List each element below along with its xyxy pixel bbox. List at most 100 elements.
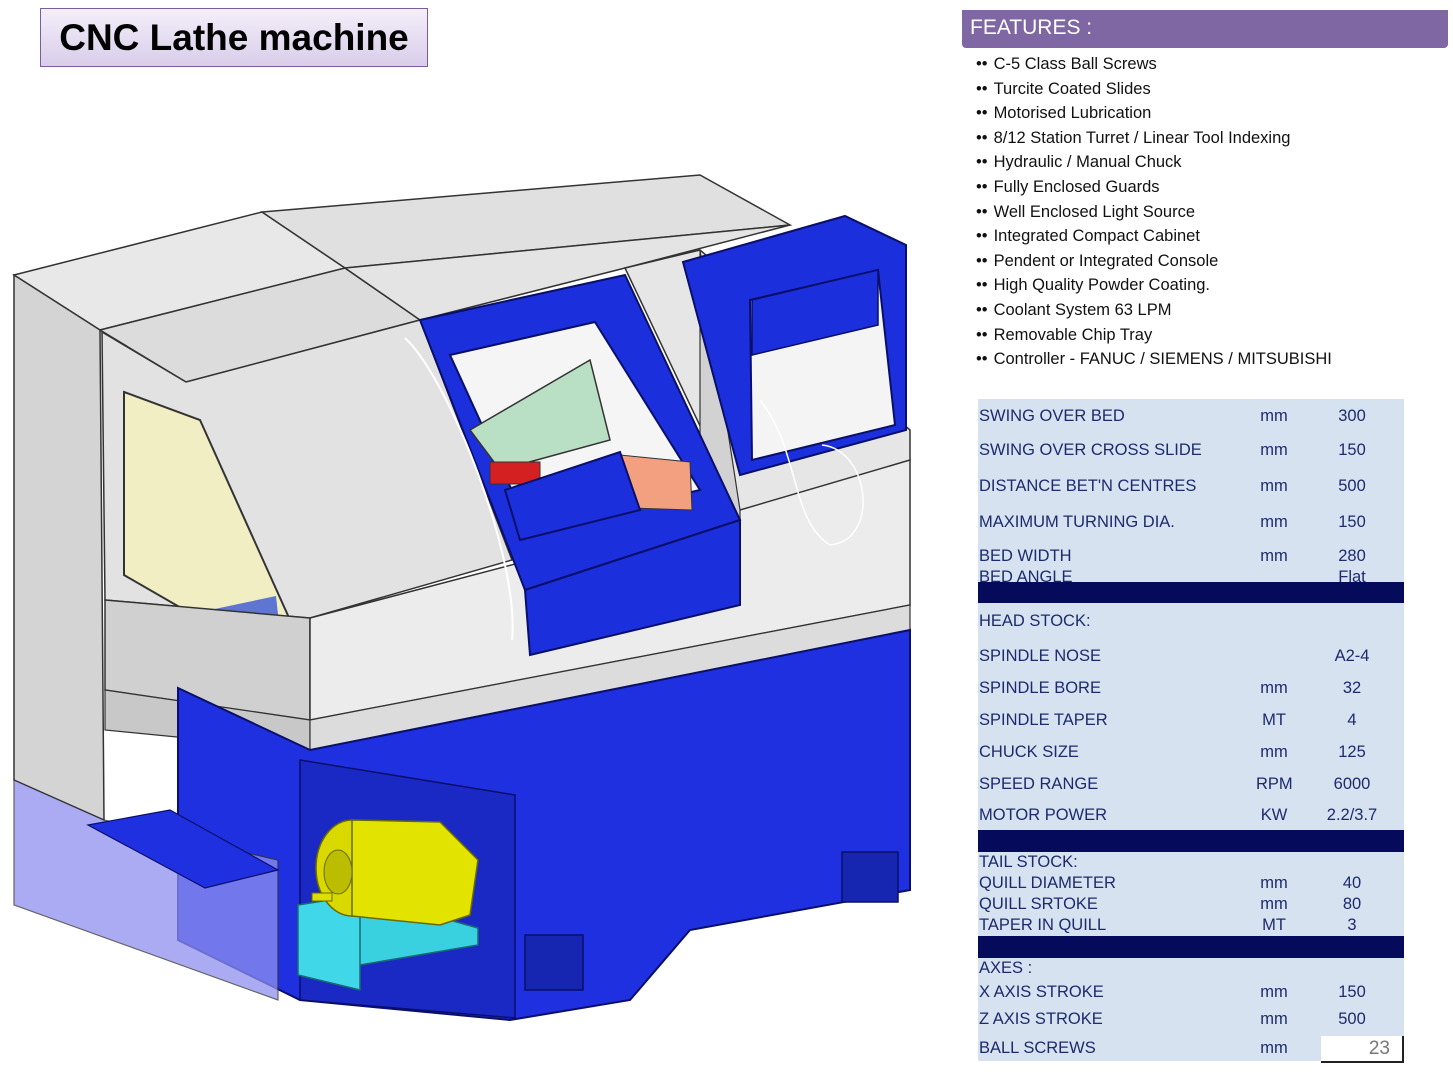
spec-unit: KW: [1260, 806, 1288, 824]
feature-item: •• 8/12 Station Turret / Linear Tool Inde…: [976, 126, 1446, 151]
spec-value: 80: [1342, 895, 1362, 913]
feature-text: Coolant System 63 LPM: [993, 300, 1172, 319]
feature-text: Fully Enclosed Guards: [993, 177, 1160, 196]
feature-text: Integrated Compact Cabinet: [993, 227, 1200, 246]
bullet: ••: [976, 350, 988, 369]
spec-row: SPEED RANGE RPM 6000: [978, 766, 1404, 797]
bullet: ••: [976, 55, 988, 73]
cnc-lathe-illustration: [12, 174, 911, 1022]
feature-text: 8/12 Station Turret / Linear Tool Indexi…: [993, 128, 1291, 147]
spec-unit: mm: [1260, 743, 1288, 761]
bullet: ••: [976, 177, 988, 196]
bullet: ••: [976, 300, 988, 319]
section-heading: AXES :: [979, 959, 1033, 977]
spec-label: QUILL SRTOKE: [979, 895, 1098, 913]
feature-item: •• Controller - FANUC / SIEMENS / MITSUBI…: [976, 347, 1446, 372]
section-heading-row: AXES :: [978, 958, 1404, 979]
bullet: ••: [976, 325, 988, 344]
spec-unit: mm: [1260, 513, 1288, 531]
spec-row: SPINDLE NOSE A2-4: [978, 638, 1404, 670]
spec-unit: mm: [1260, 1039, 1288, 1057]
feature-item: •• Coolant System 63 LPM: [976, 298, 1446, 323]
section-heading: TAIL STOCK:: [979, 853, 1078, 871]
spec-label: BED ANGLE: [979, 568, 1073, 586]
spec-value: 2.2/3.7: [1326, 806, 1378, 824]
page-title: CNC Lathe machine: [59, 16, 409, 58]
bullet: ••: [976, 227, 988, 246]
spec-value: 40: [1342, 874, 1362, 892]
spec-unit: mm: [1260, 407, 1288, 425]
spec-row: BED ANGLE Flat: [978, 561, 1404, 586]
spec-row: Z AXIS STROKE mm 500: [978, 1006, 1404, 1033]
feature-item: •• Integrated Compact Cabinet: [976, 224, 1446, 249]
spec-row: MOTOR POWER KW 2.2/3.7: [978, 797, 1404, 830]
spec-row: SPINDLE BORE mm 32: [978, 670, 1404, 702]
feature-text: Removable Chip Tray: [993, 325, 1153, 344]
spec-label: SPEED RANGE: [979, 775, 1099, 793]
feature-item: •• Fully Enclosed Guards: [976, 175, 1446, 200]
spec-label: SPINDLE NOSE: [979, 647, 1101, 665]
features-header: FEATURES :: [962, 10, 1448, 48]
spec-value: 32: [1342, 679, 1362, 697]
spec-value: A2-4: [1334, 647, 1370, 665]
spec-unit: MT: [1262, 916, 1286, 934]
bullet: ••: [976, 104, 988, 123]
spec-value: 150: [1338, 513, 1366, 531]
spec-unit: mm: [1260, 895, 1288, 913]
section-divider: [978, 936, 1404, 958]
spec-row: QUILL DIAMETER mm 40: [978, 873, 1404, 894]
spec-label: SWING OVER BED: [979, 407, 1125, 425]
spec-label: SPINDLE TAPER: [979, 711, 1108, 729]
spec-row: SWING OVER BED mm 300: [978, 399, 1404, 433]
spec-value: 150: [1338, 441, 1366, 459]
feature-text: Pendent or Integrated Console: [993, 251, 1219, 270]
spec-label: SWING OVER CROSS SLIDE: [979, 441, 1202, 459]
spec-label: DISTANCE BET'N CENTRES: [979, 477, 1197, 495]
spec-value: 150: [1338, 983, 1366, 1001]
spec-row: MAXIMUM TURNING DIA. mm 150: [978, 504, 1404, 540]
spec-row: SWING OVER CROSS SLIDE mm 150: [978, 433, 1404, 468]
feature-text: Well Enclosed Light Source: [993, 202, 1196, 221]
bullet: ••: [976, 251, 988, 270]
spec-unit: mm: [1260, 874, 1288, 892]
features-list: •• C-5 Class Ball Screws •• Turcite Coated…: [976, 52, 1446, 372]
feature-text: Controller - FANUC / SIEMENS / MITSUBISH…: [993, 350, 1332, 369]
spec-row: CHUCK SIZE mm 125: [978, 734, 1404, 766]
spec-label: MAXIMUM TURNING DIA.: [979, 513, 1175, 531]
feature-item: •• C-5 Class Ball Screws: [976, 52, 1446, 77]
spec-table: SWING OVER BED mm 300 SWING OVER CROSS S…: [978, 399, 1404, 1061]
feature-text: Motorised Lubrication: [993, 104, 1152, 123]
spec-label: TAPER IN QUILL: [979, 916, 1107, 934]
spec-value: 300: [1338, 407, 1366, 425]
feature-text: Hydraulic / Manual Chuck: [993, 153, 1182, 172]
spec-unit: mm: [1260, 1010, 1288, 1028]
spec-value: 6000: [1333, 775, 1371, 793]
spec-label: CHUCK SIZE: [979, 743, 1079, 761]
section-heading: HEAD STOCK:: [979, 612, 1091, 630]
spec-value: Flat: [1338, 568, 1366, 586]
feature-item: •• Well Enclosed Light Source: [976, 200, 1446, 225]
section-divider: [978, 830, 1404, 852]
feature-item: •• Pendent or Integrated Console: [976, 249, 1446, 274]
bullet: ••: [976, 79, 988, 98]
spec-row: TAPER IN QUILL MT 3: [978, 915, 1404, 936]
bullet: ••: [976, 276, 988, 295]
title-box: CNC Lathe machine: [40, 8, 428, 67]
feature-item: •• Removable Chip Tray: [976, 323, 1446, 348]
section-heading-row: HEAD STOCK:: [978, 603, 1404, 638]
spec-label: Z AXIS STROKE: [979, 1010, 1103, 1028]
spec-label: MOTOR POWER: [979, 806, 1108, 824]
feature-item: •• Turcite Coated Slides: [976, 77, 1446, 102]
spec-row: SPINDLE TAPER MT 4: [978, 702, 1404, 734]
feature-text: High Quality Powder Coating.: [993, 276, 1211, 295]
bullet: ••: [976, 153, 988, 172]
spec-row: QUILL SRTOKE mm 80: [978, 894, 1404, 915]
feature-item: •• Motorised Lubrication: [976, 101, 1446, 126]
feature-item: •• Hydraulic / Manual Chuck: [976, 150, 1446, 175]
section-heading-row: TAIL STOCK:: [978, 852, 1404, 873]
spec-value: 500: [1338, 1010, 1366, 1028]
spec-value: 4: [1347, 711, 1357, 729]
feature-text: C-5 Class Ball Screws: [993, 55, 1157, 73]
spec-unit: MT: [1262, 711, 1286, 729]
spec-unit: mm: [1260, 441, 1288, 459]
